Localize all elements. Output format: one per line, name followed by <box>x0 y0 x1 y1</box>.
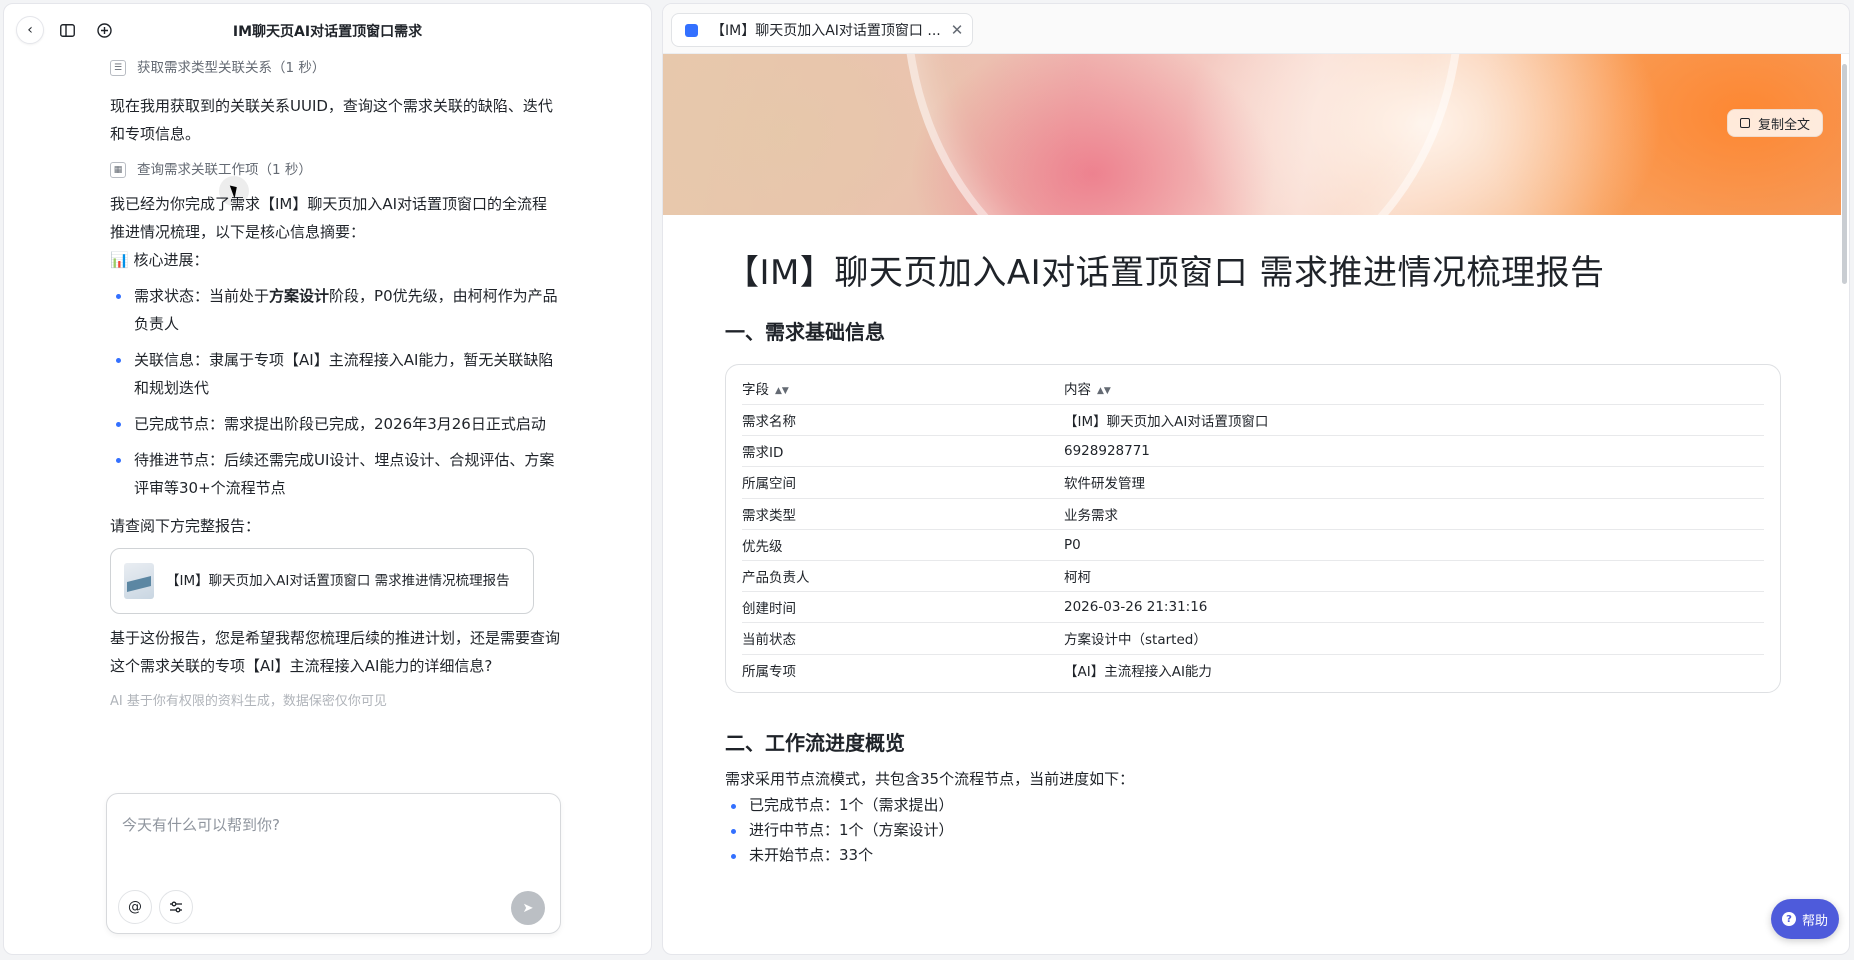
report-card[interactable]: 【IM】聊天页加入AI对话置顶窗口 需求推进情况梳理报告 <box>110 548 534 614</box>
tab-report[interactable]: 【IM】聊天页加入AI对话置顶窗口 ... ✕ <box>671 13 973 47</box>
send-icon: ➤ <box>522 900 534 916</box>
list-icon: ☰ <box>110 60 126 76</box>
chat-title: IM聊天页AI对话置顶窗口需求 <box>232 24 423 40</box>
copy-all-label: 复制全文 <box>1757 117 1810 133</box>
send-button[interactable]: ➤ <box>511 891 545 925</box>
list-item: 需求状态：当前处于方案设计阶段，P0优先级，由柯柯作为产品负责人 <box>110 282 560 338</box>
copy-icon <box>1739 118 1750 128</box>
table-row: 产品负责人 柯柯 <box>742 561 1764 593</box>
chat-messages: ☰ 获取需求类型关联关系（1 秒） 现在我用获取到的关联关系UUID，查询这个需… <box>110 54 560 716</box>
help-label: 帮助 <box>1801 913 1828 929</box>
scrollbar[interactable] <box>1842 64 1847 284</box>
tool-call-1[interactable]: ☰ 获取需求类型关联关系（1 秒） <box>110 54 560 82</box>
table-icon: ▦ <box>110 162 126 178</box>
doc-icon <box>685 23 698 37</box>
list-item: 已完成节点：需求提出阶段已完成，2026年3月26日正式启动 <box>110 410 560 438</box>
table-header-row: 字段 ▲▼ 内容 ▲▼ <box>742 371 1764 405</box>
progress-heading: 📊 核心进展： <box>110 251 209 269</box>
table-row: 需求ID 6928928771 <box>742 436 1764 468</box>
at-icon: @ <box>128 899 142 915</box>
table-row: 所属专项 【AI】主流程接入AI能力 <box>742 664 1212 681</box>
section-2-heading: 二、工作流进度概览 <box>725 730 905 755</box>
table-row: 所属空间 软件研发管理 <box>742 467 1764 499</box>
banner-decoration <box>903 54 1463 215</box>
message-para-3: 请查阅下方完整报告： <box>110 517 261 535</box>
chat-panel: ‹ IM聊天页AI对话置顶窗口需求 ☰ 获取需求类型关联关系（1 秒） 现在我用… <box>3 3 652 955</box>
section-2-list: 已完成节点：1个（需求提出） 进行中节点：1个（方案设计） 未开始节点：33个 <box>725 793 1825 868</box>
col-header-field[interactable]: 字段 ▲▼ <box>742 378 1064 398</box>
tool-call-2[interactable]: ▦ 查询需求关联工作项（1 秒） <box>110 156 560 184</box>
info-table: 字段 ▲▼ 内容 ▲▼ 需求名称 【IM】聊天页加入AI对话置顶窗口 需求ID 6928… <box>725 364 1781 693</box>
list-item: 进行中节点：1个（方案设计） <box>725 818 1825 843</box>
message-composer[interactable]: 今天有什么可以帮到你? @ ➤ <box>106 793 561 934</box>
tab-title: 【IM】聊天页加入AI对话置顶窗口 ... <box>711 23 941 39</box>
tool-call-1-label: 获取需求类型关联关系（1 秒） <box>137 60 326 76</box>
document-panel: 【IM】聊天页加入AI对话置顶窗口 ... ✕ 复制全文 【IM】聊天页加入AI… <box>662 3 1850 955</box>
tab-bar: 【IM】聊天页加入AI对话置顶窗口 ... ✕ <box>663 4 1849 54</box>
settings-button[interactable] <box>159 890 193 924</box>
ai-disclaimer: AI 基于你有权限的资料生成，数据保密仅你可见 <box>110 694 387 709</box>
mention-button[interactable]: @ <box>118 890 152 924</box>
table-row: 需求名称 【IM】聊天页加入AI对话置顶窗口 <box>742 405 1764 437</box>
help-icon: ? <box>1781 912 1796 926</box>
progress-list: 需求状态：当前处于方案设计阶段，P0优先级，由柯柯作为产品负责人 关联信息：隶属… <box>110 282 560 502</box>
app: ‹ IM聊天页AI对话置顶窗口需求 ☰ 获取需求类型关联关系（1 秒） 现在我用… <box>0 0 1854 960</box>
cover-banner: 复制全文 <box>663 54 1841 215</box>
message-para-2: 我已经为你完成了需求【IM】聊天页加入AI对话置顶窗口的全流程推进情况梳理，以下… <box>110 195 548 241</box>
sliders-icon <box>170 901 182 913</box>
chat-header: ‹ IM聊天页AI对话置顶窗口需求 <box>4 4 651 54</box>
message-para-1: 现在我用获取到的关联关系UUID，查询这个需求关联的缺陷、迭代和专项信息。 <box>110 97 553 143</box>
table-row: 创建时间 2026-03-26 21:31:16 <box>742 592 1764 624</box>
sort-icon: ▲▼ <box>1097 385 1111 396</box>
section-2-intro: 需求采用节点流模式，共包含35个流程节点，当前进度如下： <box>725 769 1135 788</box>
table-row: 需求类型 业务需求 <box>742 499 1764 530</box>
list-item: 关联信息：隶属于专项【AI】主流程接入AI能力，暂无关联缺陷和规划迭代 <box>110 346 560 402</box>
list-item: 已完成节点：1个（需求提出） <box>725 793 1825 818</box>
report-thumbnail <box>124 563 154 599</box>
col-header-content[interactable]: 内容 ▲▼ <box>1064 378 1764 398</box>
composer-placeholder[interactable]: 今天有什么可以帮到你? <box>122 814 280 835</box>
close-icon[interactable]: ✕ <box>942 21 972 39</box>
list-item: 未开始节点：33个 <box>725 843 1825 868</box>
sort-icon: ▲▼ <box>775 385 789 396</box>
table-row: 当前状态 方案设计中（started） <box>742 623 1764 655</box>
report-card-title: 【IM】聊天页加入AI对话置顶窗口 需求推进情况梳理报告 <box>166 573 510 589</box>
document-body: 【IM】聊天页加入AI对话置顶窗口 需求推进情况梳理报告 一、需求基础信息 字段… <box>725 216 1825 868</box>
section-1-heading: 一、需求基础信息 <box>725 320 885 344</box>
doc-title: 【IM】聊天页加入AI对话置顶窗口 需求推进情况梳理报告 <box>725 253 1605 293</box>
help-button[interactable]: ? 帮助 <box>1771 899 1839 939</box>
table-row: 优先级 P0 <box>742 530 1764 561</box>
list-item: 待推进节点：后续还需完成UI设计、埋点设计、合规评估、方案评审等30+个流程节点 <box>110 446 560 502</box>
copy-all-button[interactable]: 复制全文 <box>1726 109 1823 137</box>
message-para-4: 基于这份报告，您是希望我帮您梳理后续的推进计划，还是需要查询这个需求关联的专项【… <box>110 629 561 675</box>
